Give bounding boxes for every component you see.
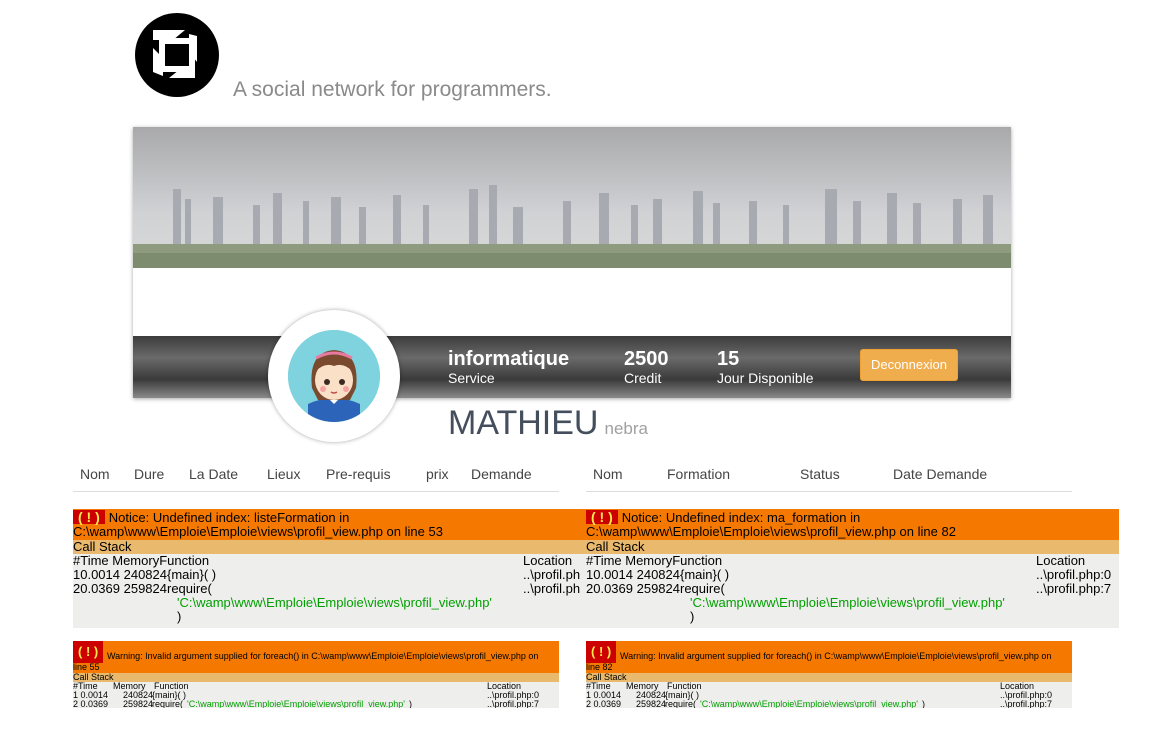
stack-close: ) — [409, 699, 412, 709]
error-line: line 55 — [73, 662, 100, 672]
credit-label: Credit — [624, 370, 662, 386]
days-label: Jour Disponible — [717, 370, 814, 386]
stack-columns: #Time MemoryFunction — [586, 553, 723, 568]
stack-columns: #Time MemoryFunction — [73, 553, 210, 568]
stack-close: ) — [922, 699, 925, 709]
stack-location: ..\profil.php:7 — [487, 699, 540, 709]
php-warning-left: ( ! ) Warning: Invalid argument supplied… — [73, 641, 559, 708]
stack-arg: 'C:\wamp\www\Emploie\Emploie\views\profi… — [700, 699, 919, 709]
call-stack-header: Call Stack — [73, 540, 586, 554]
call-stack-header: Call Stack — [586, 540, 1119, 554]
stack-row: 20.0369 259824require( — [73, 581, 212, 596]
error-header: ( ! ) Notice: Undefined index: listeForma… — [73, 509, 586, 540]
camera-shutter-logo-icon — [135, 13, 219, 97]
stack-row: 20.0369 259824require( — [586, 581, 725, 596]
profile-fullname: MATHIEU — [448, 404, 599, 442]
error-badge-icon: ( ! ) — [586, 641, 617, 663]
stack-arg: 'C:\wamp\www\Emploie\Emploie\views\profi… — [187, 699, 406, 709]
col-header-prix: prix — [426, 466, 449, 482]
col-header-lieux: Lieux — [267, 466, 301, 482]
stack-function: require( — [665, 699, 697, 709]
error-header: ( ! ) Notice: Undefined index: ma_formati… — [586, 509, 1119, 540]
stack-close: ) — [690, 609, 695, 624]
error-badge-icon: ( ! ) — [73, 641, 104, 663]
col-header-formation: Formation — [667, 466, 731, 482]
error-message: Notice: Undefined index: ma_formation in — [621, 510, 861, 525]
col-header-nom: Nom — [593, 466, 623, 482]
profile-username: nebra — [604, 419, 648, 438]
table-divider — [586, 491, 1072, 492]
php-warning-right: ( ! ) Warning: Invalid argument supplied… — [586, 641, 1072, 708]
error-message: Warning: Invalid argument supplied for f… — [107, 651, 539, 661]
col-header-status: Status — [800, 466, 840, 482]
col-header-nom: Nom — [80, 466, 110, 482]
error-message: Notice: Undefined index: listeFormation … — [108, 510, 350, 525]
stack-row: 10.0014 240824{main}( ) — [73, 567, 217, 582]
profile-cover: informatique Service 2500 Credit 15 Jour… — [133, 127, 1011, 398]
stack-function: require( — [152, 699, 184, 709]
php-notice-right: ( ! ) Notice: Undefined index: ma_formati… — [586, 509, 1119, 628]
stack-close: ) — [177, 609, 182, 624]
stack-location: ..\profil.php:0 — [1036, 567, 1112, 582]
tagline: A social network for programmers. — [233, 78, 552, 101]
stack-location-col: Location — [523, 553, 573, 568]
stack-row: 10.0014 240824{main}( ) — [586, 567, 730, 582]
avatar — [288, 330, 380, 422]
profile-stats-bar: informatique Service 2500 Credit 15 Jour… — [133, 336, 1011, 398]
service-label: Service — [448, 370, 495, 386]
error-badge-icon: ( ! ) — [73, 510, 105, 524]
stack-location: ..\profil.php:7 — [1036, 581, 1112, 596]
credit-value: 2500 — [624, 348, 669, 370]
error-path: C:\wamp\www\Emploie\Emploie\views\profil… — [73, 524, 443, 539]
col-header-dure: Dure — [134, 466, 165, 482]
stack-location-col: Location — [1036, 553, 1086, 568]
php-notice-left: ( ! ) Notice: Undefined index: listeForma… — [73, 509, 586, 628]
error-header: ( ! ) Warning: Invalid argument supplied… — [73, 641, 559, 673]
stack-memory: 259824 — [636, 699, 667, 709]
stack-arg: 'C:\wamp\www\Emploie\Emploie\views\profi… — [690, 595, 1005, 610]
table-divider — [73, 491, 559, 492]
logout-button[interactable]: Deconnexion — [860, 349, 958, 381]
col-header-date-demande: Date Demande — [893, 466, 988, 482]
stack-location: ..\profil.php:7 — [1000, 699, 1053, 709]
stack-memory: 259824 — [123, 699, 154, 709]
error-message: Warning: Invalid argument supplied for f… — [620, 651, 1052, 661]
col-header-demande: Demande — [471, 466, 532, 482]
profile-name: MATHIEU nebra — [448, 404, 648, 443]
stack-location: ..\profil.ph — [523, 567, 581, 582]
col-header-date: La Date — [189, 466, 239, 482]
avatar-frame — [268, 310, 400, 442]
service-value: informatique — [448, 348, 570, 370]
col-header-prerequis: Pre-requis — [326, 466, 391, 482]
error-line: line 82 — [586, 662, 613, 672]
stack-location: ..\profil.ph — [523, 581, 581, 596]
days-value: 15 — [717, 348, 740, 370]
stack-row: 2 0.0369 — [586, 699, 622, 709]
cover-photo — [133, 127, 1011, 268]
error-path: C:\wamp\www\Emploie\Emploie\views\profil… — [586, 524, 956, 539]
stack-row: 2 0.0369 — [73, 699, 109, 709]
error-header: ( ! ) Warning: Invalid argument supplied… — [586, 641, 1072, 673]
error-badge-icon: ( ! ) — [586, 510, 618, 524]
stack-arg: 'C:\wamp\www\Emploie\Emploie\views\profi… — [177, 595, 492, 610]
